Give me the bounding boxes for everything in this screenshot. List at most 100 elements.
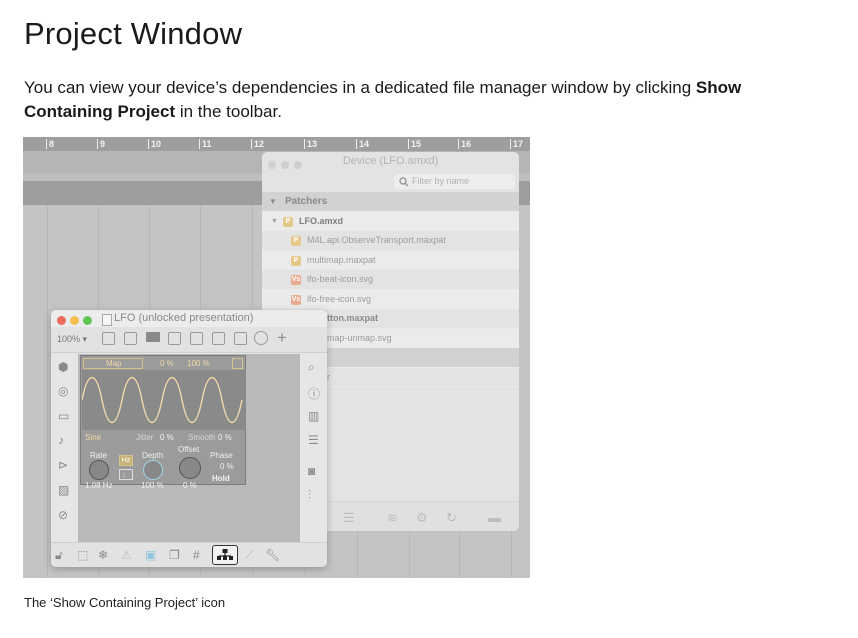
jitter-value[interactable]: 0 % [160, 433, 174, 442]
menu-icon[interactable] [232, 358, 243, 369]
lfo-titlebar[interactable]: LFO (unlocked presentation) [51, 310, 327, 327]
tree-group-patchers[interactable]: ▼ Patchers [262, 192, 519, 212]
info-icon[interactable]: ⓘ [308, 385, 320, 402]
depth-knob[interactable] [143, 460, 163, 480]
zoom-select[interactable]: 100% ▾ [57, 334, 87, 345]
book-icon[interactable]: ▥ [308, 409, 319, 423]
hz-mode-button[interactable]: Hz [119, 455, 133, 466]
filter-input[interactable]: Filter by name [394, 174, 515, 189]
ruler-mark: 17 [509, 139, 524, 149]
playback-icon[interactable]: ⊳ [58, 458, 68, 472]
cube-icon[interactable]: ⬢ [58, 360, 68, 374]
depth-value[interactable]: 100 % [141, 481, 164, 490]
hold-button[interactable]: Hold [212, 474, 230, 483]
smooth-value[interactable]: 0 % [218, 433, 232, 442]
tree-item[interactable]: P multimap.maxpat [262, 250, 519, 270]
close-icon[interactable] [268, 161, 276, 169]
refresh-icon[interactable]: ↻ [446, 510, 457, 526]
close-icon[interactable] [57, 316, 66, 325]
folder-icon[interactable]: ▬ [488, 510, 501, 525]
filter-placeholder: Filter by name [412, 176, 470, 186]
message-icon[interactable] [124, 332, 137, 345]
tree-item[interactable]: Vs lfo-beat-icon.svg [262, 270, 519, 290]
tree-item-label: LFO.amxd [299, 215, 344, 226]
camera-icon[interactable]: ◙ [308, 464, 315, 478]
dial-icon[interactable] [254, 331, 268, 345]
zoom-value: 100% [57, 334, 81, 344]
tree-item[interactable]: P M4L.api.ObserveTransport.maxpat [262, 231, 519, 251]
ruler-mark: 13 [303, 139, 318, 149]
wave-type[interactable]: Sine [85, 433, 101, 442]
zoom-icon[interactable] [294, 161, 302, 169]
bus-icon[interactable]: ▭ [58, 409, 69, 423]
slider-icon[interactable] [234, 332, 247, 345]
add-icon[interactable]: + [277, 328, 287, 348]
arrangement-ruler: 8 9 10 11 12 13 14 15 16 17 [23, 137, 530, 151]
windows-icon[interactable]: ❐ [169, 548, 180, 562]
presentation-canvas: Map 0 % 100 % Sine Jitter 0 % Smooth 0 %… [78, 354, 300, 542]
display-icon[interactable]: ▣ [145, 548, 156, 562]
phase-label: Phase [210, 451, 233, 460]
offset-value[interactable]: 0 % [183, 481, 197, 490]
search-icon [399, 177, 409, 187]
lock-icon[interactable]: 🔓︎ [55, 548, 63, 563]
target-icon[interactable]: ◎ [58, 384, 68, 398]
minimize-icon[interactable] [70, 316, 79, 325]
window-controls [268, 157, 307, 175]
sync-mode-button[interactable]: ♩ [119, 469, 133, 480]
ruler-mark: 9 [96, 139, 106, 149]
list-icon[interactable]: ☰ [308, 433, 319, 447]
show-containing-project-button[interactable] [212, 545, 238, 565]
ruler-mark: 11 [199, 139, 212, 149]
ruler-mark: 10 [147, 139, 162, 149]
patcher-icon: P [291, 236, 301, 246]
sine-wave [81, 377, 243, 423]
tree-item-label: map-unmap.svg [327, 332, 392, 343]
figure-caption: The ‘Show Containing Project’ icon [24, 595, 226, 610]
chevron-down-icon[interactable]: ▼ [271, 212, 278, 231]
minimize-icon[interactable] [281, 161, 289, 169]
toggle-icon[interactable] [190, 332, 203, 345]
grid-icon[interactable]: # [193, 548, 200, 562]
rate-value[interactable]: 1.08 Hz [85, 481, 113, 490]
chevron-down-icon[interactable]: ▼ [269, 192, 277, 211]
tree-item[interactable]: Vs lfo-free-icon.svg [262, 289, 519, 309]
lfo-toolbar: 100% ▾ + [51, 327, 327, 353]
search-icon[interactable]: ⌕ [308, 360, 315, 375]
button-icon[interactable] [168, 332, 181, 345]
layers-icon[interactable]: ≋ [387, 510, 398, 526]
wrench-icon[interactable]: 🔧︎ [265, 548, 280, 562]
zoom-icon[interactable] [83, 316, 92, 325]
snowflake-icon[interactable]: ❄ [98, 548, 108, 562]
phase-value[interactable]: 0 % [220, 462, 234, 471]
paperclip-icon[interactable]: ⊘ [58, 508, 68, 522]
screenshot-figure: 8 9 10 11 12 13 14 15 16 17 Device (LFO.… [23, 137, 530, 578]
gear-icon[interactable]: ⚙ [416, 510, 428, 526]
comment-icon[interactable] [146, 332, 160, 342]
tree-item[interactable]: ▼ P LFO.amxd [262, 211, 519, 231]
svg-file-icon: Vs [291, 275, 301, 285]
map-max-value[interactable]: 100 % [187, 359, 210, 368]
presentation-icon[interactable]: ⬚ [77, 548, 88, 562]
image-icon[interactable]: ▨ [58, 483, 69, 497]
offset-knob[interactable] [179, 457, 201, 479]
tree-item-label: r [327, 371, 330, 382]
note-icon[interactable]: ♪ [58, 433, 64, 447]
intro-paragraph: You can view your device’s dependencies … [24, 76, 834, 124]
lfo-bottom-toolbar: 🔓︎ ⬚ ❄ ⚠ ▣ ❐ # ⟋ 🔧︎ [51, 542, 327, 567]
magic-icon[interactable]: ⟋ [245, 548, 253, 563]
ruler-mark: 16 [457, 139, 472, 149]
list-icon[interactable]: ☰ [343, 510, 355, 526]
warning-icon[interactable]: ⚠ [121, 548, 132, 562]
patcher-object-icon[interactable] [102, 332, 115, 345]
tree-group-label: Patchers [285, 196, 328, 207]
map-min-value[interactable]: 0 % [160, 359, 174, 368]
smooth-label: Smooth [188, 433, 216, 442]
number-icon[interactable] [212, 332, 225, 345]
right-sidebar: ⌕ ⓘ ▥ ☰ ◙ ⫶ [303, 354, 327, 542]
patcher-icon: P [291, 255, 301, 266]
rate-knob[interactable] [89, 460, 109, 480]
ruler-mark: 12 [250, 139, 265, 149]
project-window-titlebar[interactable]: Device (LFO.amxd) [262, 152, 519, 170]
sliders-icon[interactable]: ⫶ [308, 488, 311, 503]
